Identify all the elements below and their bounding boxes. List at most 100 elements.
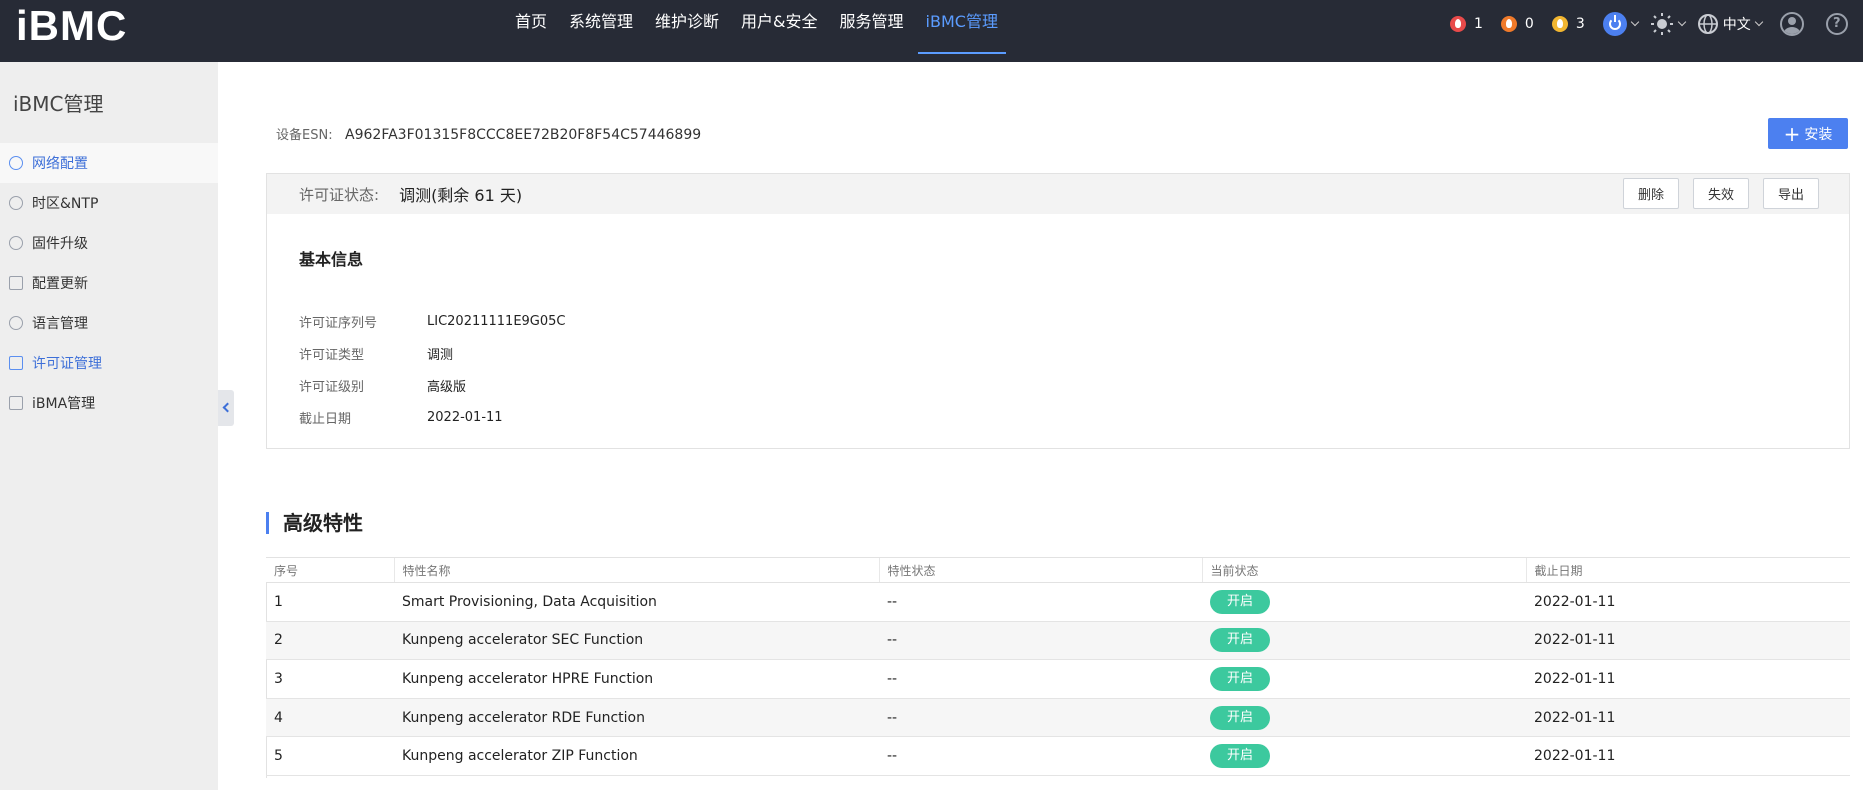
ibma-icon xyxy=(9,396,23,410)
info-key: 截止日期 xyxy=(299,411,352,427)
basic-info-title: 基本信息 xyxy=(299,250,364,269)
nav-ibmc-management[interactable]: iBMC管理 xyxy=(917,0,1007,54)
cell-index: 5 xyxy=(266,736,394,776)
cell-expiry: 2022-01-11 xyxy=(1526,659,1850,699)
language-dropdown[interactable]: 中文 xyxy=(1697,13,1764,35)
chevron-down-icon xyxy=(1677,17,1687,27)
sidebar-item-timezone-ntp[interactable]: 时区&NTP xyxy=(0,183,218,223)
column-header-index: 序号 xyxy=(266,557,394,583)
critical-alarm-count: 1 xyxy=(1474,16,1483,32)
table-row: 4 Kunpeng accelerator RDE Function -- 开启… xyxy=(266,698,1850,738)
critical-alarm-counter[interactable]: 1 xyxy=(1450,16,1483,32)
info-key: 许可证级别 xyxy=(299,379,365,395)
license-panel: 许可证状态: 调测(剩余 61 天) 删除 失效 导出 基本信息 许可证序列号 … xyxy=(266,173,1850,449)
sidebar-item-label: iBMA管理 xyxy=(32,396,96,412)
user-avatar[interactable] xyxy=(1779,12,1804,36)
uid-light-dropdown[interactable] xyxy=(1650,12,1687,36)
sidebar-item-label: 网络配置 xyxy=(32,156,88,172)
globe-icon xyxy=(9,156,23,170)
cell-current-status: 开启 xyxy=(1202,582,1526,622)
cell-feature-status: -- xyxy=(879,659,1202,699)
table-row: 2 Kunpeng accelerator SEC Function -- 开启… xyxy=(266,621,1850,661)
chevron-down-icon xyxy=(1630,17,1640,27)
status-badge: 开启 xyxy=(1210,666,1270,691)
column-header-expiry: 截止日期 xyxy=(1525,557,1850,583)
info-value: LIC20211111E9G05C xyxy=(427,313,566,329)
info-value: 高级版 xyxy=(427,379,467,395)
sidebar-item-label: 许可证管理 xyxy=(32,356,102,372)
delete-button[interactable]: 删除 xyxy=(1623,178,1679,209)
cell-expiry: 2022-01-11 xyxy=(1526,736,1850,776)
cell-feature-name: Kunpeng accelerator SEC Function xyxy=(394,621,879,661)
power-control-dropdown[interactable] xyxy=(1602,12,1640,36)
install-button[interactable]: + 安装 xyxy=(1768,118,1848,149)
info-key: 许可证类型 xyxy=(299,347,365,363)
table-row: 1 Smart Provisioning, Data Acquisition -… xyxy=(266,582,1850,622)
help-icon[interactable]: ? xyxy=(1825,13,1848,35)
power-icon xyxy=(1602,12,1627,36)
globe-icon xyxy=(1697,14,1718,34)
cell-current-status: 开启 xyxy=(1202,621,1526,661)
cell-feature-status: -- xyxy=(879,582,1202,622)
cell-index: 1 xyxy=(266,582,394,622)
esn-label: 设备ESN: xyxy=(276,128,333,143)
license-status-bar: 许可证状态: 调测(剩余 61 天) 删除 失效 导出 xyxy=(267,174,1849,214)
sidebar-item-config-update[interactable]: 配置更新 xyxy=(0,263,218,303)
info-value: 2022-01-11 xyxy=(427,409,503,425)
major-alarm-counter[interactable]: 0 xyxy=(1500,16,1534,32)
esn-value: A962FA3F01315F8CCC8EE72B20F8F54C57446899 xyxy=(345,127,702,143)
install-button-label: 安装 xyxy=(1804,126,1833,143)
ibmc-logo: iBMC xyxy=(16,2,128,49)
cell-feature-name: Kunpeng accelerator RDE Function xyxy=(394,698,879,738)
status-badge: 开启 xyxy=(1210,628,1270,653)
cell-expiry: 2022-01-11 xyxy=(1526,698,1850,738)
advanced-features-title: 高级特性 xyxy=(266,512,363,534)
nav-service-management[interactable]: 服务管理 xyxy=(840,0,904,54)
sidebar-item-label: 固件升级 xyxy=(32,236,88,252)
export-button[interactable]: 导出 xyxy=(1763,178,1819,209)
sidebar-title: iBMC管理 xyxy=(13,92,104,116)
cell-index: 3 xyxy=(266,659,394,699)
nav-system-management[interactable]: 系统管理 xyxy=(569,0,633,54)
license-icon xyxy=(9,356,23,370)
advanced-features-table: 序号 特性名称 特性状态 当前状态 截止日期 1 Smart Provision… xyxy=(266,557,1850,776)
plus-icon: + xyxy=(1783,121,1801,146)
cell-expiry: 2022-01-11 xyxy=(1526,621,1850,661)
minor-alarm-counter[interactable]: 3 xyxy=(1551,16,1585,32)
nav-maintenance-diagnosis[interactable]: 维护诊断 xyxy=(655,0,719,54)
nav-home[interactable]: 首页 xyxy=(515,0,547,54)
sidebar-item-firmware-upgrade[interactable]: 固件升级 xyxy=(0,223,218,263)
cell-feature-name: Kunpeng accelerator ZIP Function xyxy=(394,736,879,776)
major-alarm-icon xyxy=(1500,16,1517,32)
info-row-type: 许可证类型 调测 xyxy=(299,337,566,369)
sidebar-item-label: 配置更新 xyxy=(32,276,88,292)
info-value: 调测 xyxy=(427,347,454,363)
main-nav: 首页 系统管理 维护诊断 用户&安全 服务管理 iBMC管理 xyxy=(515,0,1020,62)
minor-alarm-count: 3 xyxy=(1575,16,1585,32)
sidebar-item-label: 语言管理 xyxy=(32,316,88,332)
info-row-level: 许可证级别 高级版 xyxy=(299,369,566,401)
column-header-feature-status: 特性状态 xyxy=(878,557,1202,583)
nav-user-security[interactable]: 用户&安全 xyxy=(741,0,817,54)
status-badge: 开启 xyxy=(1210,705,1270,730)
license-actions: 删除 失效 导出 xyxy=(1609,178,1819,209)
column-header-current-status: 当前状态 xyxy=(1201,557,1526,583)
sidebar-item-network-config[interactable]: 网络配置 xyxy=(0,143,218,183)
language-label: 中文 xyxy=(1722,17,1751,33)
sidebar-item-ibma-management[interactable]: iBMA管理 xyxy=(0,383,218,423)
sidebar-item-language-management[interactable]: 语言管理 xyxy=(0,303,218,343)
sidebar-item-license-management[interactable]: 许可证管理 xyxy=(0,343,218,383)
sidebar-collapse-toggle[interactable] xyxy=(218,390,234,426)
info-row-serial: 许可证序列号 LIC20211111E9G05C xyxy=(299,305,566,337)
major-alarm-count: 0 xyxy=(1524,16,1534,32)
cell-current-status: 开启 xyxy=(1202,659,1526,699)
cell-current-status: 开启 xyxy=(1202,736,1526,776)
cell-feature-status: -- xyxy=(879,736,1202,776)
license-status-value: 调测(剩余 61 天) xyxy=(399,186,523,205)
invalidate-button[interactable]: 失效 xyxy=(1693,178,1749,209)
column-header-feature-name: 特性名称 xyxy=(393,557,879,583)
language-icon xyxy=(9,316,23,330)
license-status-label: 许可证状态: xyxy=(299,185,380,204)
critical-alarm-icon xyxy=(1450,16,1466,32)
sidebar: iBMC管理 网络配置 时区&NTP 固件升级 配置更新 语言管理 许可证管理 … xyxy=(0,62,218,790)
